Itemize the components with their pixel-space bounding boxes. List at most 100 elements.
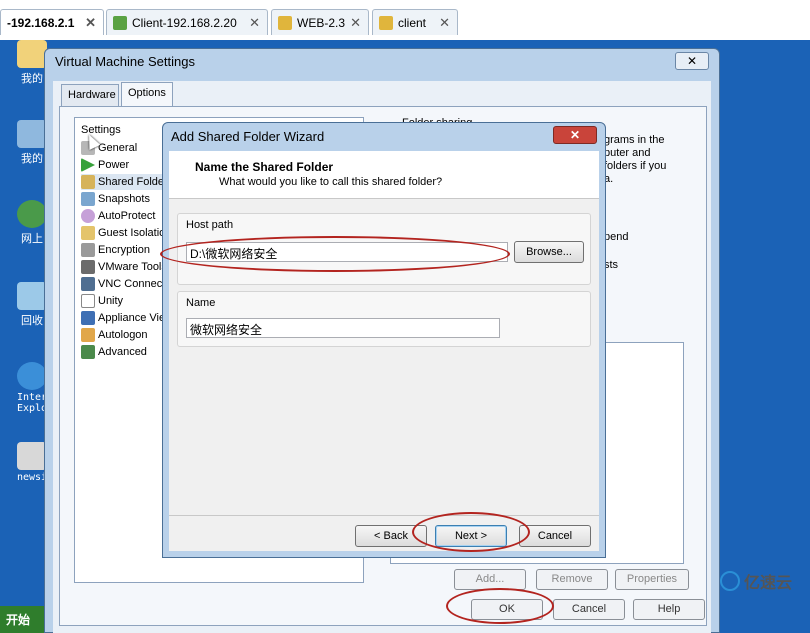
settings-item-label: Advanced	[98, 346, 147, 358]
wizard-cancel-button[interactable]: Cancel	[519, 525, 591, 547]
folder-icon	[17, 40, 47, 68]
desktop-icon-label: 回收	[21, 315, 43, 327]
wizard-header: Name the Shared Folder What would you li…	[169, 151, 599, 199]
autoprotect-icon	[81, 209, 95, 223]
folder-sharing-option-2: sts	[604, 259, 619, 271]
wizard-subheading: What would you like to call this shared …	[219, 176, 443, 188]
vmware-tools-icon	[81, 260, 95, 274]
settings-item-shared-folders[interactable]: Shared Folder	[81, 174, 168, 190]
name-group: Name 微软网络安全	[177, 291, 591, 347]
guest-isolation-icon	[81, 226, 95, 240]
ie-icon	[17, 362, 47, 390]
help-button[interactable]: Help	[633, 599, 705, 620]
recycle-bin-icon	[17, 282, 47, 310]
tab-hardware[interactable]: Hardware	[61, 84, 119, 106]
tab-label: client	[398, 15, 427, 30]
settings-item-advanced[interactable]: Advanced	[81, 344, 147, 360]
settings-item-vnc[interactable]: VNC Connecti	[81, 276, 168, 292]
tab-web[interactable]: WEB-2.3 ✕	[271, 9, 369, 35]
settings-item-label: Power	[98, 159, 130, 171]
power-icon	[81, 158, 95, 172]
properties-button[interactable]: Properties	[615, 569, 689, 590]
close-icon[interactable]: ✕	[249, 15, 260, 31]
wizard-heading: Name the Shared Folder	[195, 160, 334, 174]
vm-icon	[113, 15, 127, 30]
tab-options[interactable]: Options	[121, 82, 173, 106]
tab-client-2[interactable]: client ✕	[372, 9, 458, 35]
back-button[interactable]: < Back	[355, 525, 427, 547]
settings-item-label: Guest Isolatio	[98, 227, 166, 239]
name-field[interactable]: 微软网络安全	[186, 318, 500, 338]
shared-folder-icon	[81, 175, 95, 189]
remove-button[interactable]: Remove	[536, 569, 608, 590]
network-icon	[17, 200, 47, 228]
next-button[interactable]: Next >	[435, 525, 507, 547]
ok-button[interactable]: OK	[471, 599, 543, 620]
desktop-icon-label: 我的	[21, 73, 43, 85]
appliance-view-icon	[81, 311, 95, 325]
settings-item-autoprotect[interactable]: AutoProtect	[81, 208, 155, 224]
vm-tab-bar: -192.168.2.1 ✕ Client-192.168.2.20 ✕ WEB…	[0, 0, 810, 40]
wizard-footer-divider	[169, 515, 599, 516]
start-label: 开始	[6, 613, 31, 627]
tab-label: WEB-2.3	[297, 15, 346, 30]
unity-icon	[81, 294, 95, 308]
desktop-icon-label: 网上	[21, 233, 43, 245]
settings-item-label: Snapshots	[98, 193, 150, 205]
host-path-field[interactable]: D:\微软网络安全	[186, 242, 508, 262]
app-icon	[17, 442, 47, 470]
desktop-icon-label: newsi	[16, 472, 48, 483]
browse-button[interactable]: Browse...	[514, 241, 584, 263]
settings-item-label: VMware Tools	[98, 261, 167, 273]
close-icon[interactable]: ✕	[439, 15, 450, 31]
name-label: Name	[186, 297, 216, 309]
encryption-icon	[81, 243, 95, 257]
wizard-close-button[interactable]: ✕	[553, 126, 597, 144]
folder-sharing-desc-2: puter and	[604, 147, 651, 159]
vnc-icon	[81, 277, 95, 291]
wizard-title: Add Shared Folder Wizard	[171, 129, 325, 144]
desktop-icon-label: Inter Explo	[16, 392, 48, 414]
add-button[interactable]: Add...	[454, 569, 526, 590]
tab-client[interactable]: Client-192.168.2.20 ✕	[106, 9, 268, 35]
host-path-label: Host path	[186, 219, 234, 231]
tab-router[interactable]: -192.168.2.1 ✕	[0, 9, 104, 35]
watermark-logo-icon	[719, 571, 740, 591]
close-icon[interactable]: ✕	[85, 15, 96, 31]
tab-label: -192.168.2.1	[7, 15, 75, 30]
folder-sharing-desc-3: folders if you	[604, 160, 667, 172]
host-path-group: Host path D:\微软网络安全 Browse...	[177, 213, 591, 285]
settings-item-unity[interactable]: Unity	[81, 293, 123, 309]
settings-item-label: Shared Folder	[98, 176, 168, 188]
settings-item-guest-isolation[interactable]: Guest Isolatio	[81, 225, 165, 241]
close-icon[interactable]: ✕	[350, 15, 361, 31]
settings-item-appliance-view[interactable]: Appliance View	[81, 310, 173, 326]
folder-sharing-desc-1: grams in the	[604, 134, 665, 146]
folder-sharing-option-1: pend	[604, 231, 629, 243]
snapshots-icon	[81, 192, 95, 206]
watermark-text: 亿速云	[743, 575, 792, 592]
start-button[interactable]: 开始	[0, 606, 48, 633]
settings-item-label: Unity	[98, 295, 124, 307]
window-close-button[interactable]: ✕	[675, 52, 709, 70]
advanced-icon	[81, 345, 95, 359]
vm-icon	[379, 15, 393, 30]
computer-icon	[17, 120, 47, 148]
add-shared-folder-wizard: Add Shared Folder Wizard ✕ Name the Shar…	[162, 122, 606, 558]
settings-item-vmware-tools[interactable]: VMware Tools	[81, 259, 167, 275]
settings-item-label: General	[98, 142, 138, 154]
settings-item-label: VNC Connecti	[98, 278, 168, 290]
desktop-icon-label: 我的	[21, 153, 43, 165]
settings-item-encryption[interactable]: Encryption	[81, 242, 150, 258]
autologon-icon	[81, 328, 95, 342]
tab-label: Client-192.168.2.20	[132, 15, 237, 30]
settings-item-label: Encryption	[98, 244, 150, 256]
settings-item-label: AutoProtect	[98, 210, 156, 222]
settings-item-power[interactable]: Power	[81, 157, 129, 173]
settings-item-snapshots[interactable]: Snapshots	[81, 191, 150, 207]
settings-item-autologon[interactable]: Autologon	[81, 327, 148, 343]
settings-item-label: Autologon	[98, 329, 148, 341]
cancel-button[interactable]: Cancel	[553, 599, 625, 620]
window-title: Virtual Machine Settings	[55, 54, 195, 69]
wizard-body: Name the Shared Folder What would you li…	[169, 151, 599, 551]
